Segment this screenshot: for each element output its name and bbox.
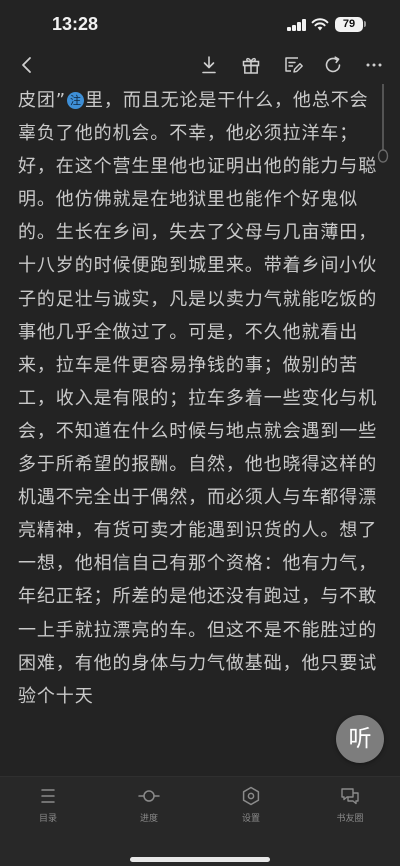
settings-hexagon-icon [242,786,260,806]
nav-item-settings[interactable]: 设置 [221,785,281,829]
home-indicator[interactable] [130,857,270,862]
reader-toolbar [0,50,400,80]
chat-bubbles-icon [341,788,359,805]
back-chevron-icon[interactable] [14,52,40,78]
reading-content[interactable]: 皮团” 注里，而且无论是干什么，他总不会辜负了他的机会。不幸，他必须拉洋车；好，在… [18,84,384,776]
status-time: 13:28 [52,14,99,34]
nav-label-contents: 目录 [38,814,57,824]
battery-icon: 79 [335,17,363,32]
listen-button[interactable]: 听 [336,715,384,763]
progress-slider-icon [138,790,160,802]
list-icon [41,789,55,803]
footnote-badge[interactable]: 注 [67,92,85,109]
download-icon[interactable] [196,52,222,78]
paragraph-text: 里，而且无论是干什么，他总不会辜负了他的机会。不幸，他必须拉洋车；好，在这个营生… [18,90,378,707]
gift-icon[interactable] [238,52,264,78]
refresh-icon[interactable] [320,52,346,78]
bottom-nav: 目录 进度 设置 书友圈 [0,776,400,866]
pull-handle-icon[interactable] [373,84,393,170]
wifi-icon [311,18,329,31]
text-before-badge: 皮团” [18,90,67,111]
nav-item-progress[interactable]: 进度 [119,785,179,829]
nav-label-book-friends: 书友圈 [336,814,364,824]
nav-item-book-friends[interactable]: 书友圈 [320,785,380,829]
chapter-paragraph: 皮团” 注里，而且无论是干什么，他总不会辜负了他的机会。不幸，他必须拉洋车；好，在… [18,84,384,713]
status-bar: 13:28 79 [0,0,400,50]
note-edit-icon[interactable] [280,52,306,78]
more-icon[interactable] [361,52,387,78]
nav-label-settings: 设置 [241,814,260,824]
nav-item-contents[interactable]: 目录 [18,785,78,829]
nav-label-progress: 进度 [139,814,158,824]
signal-bars-icon [287,19,307,31]
battery-tip [364,21,366,27]
